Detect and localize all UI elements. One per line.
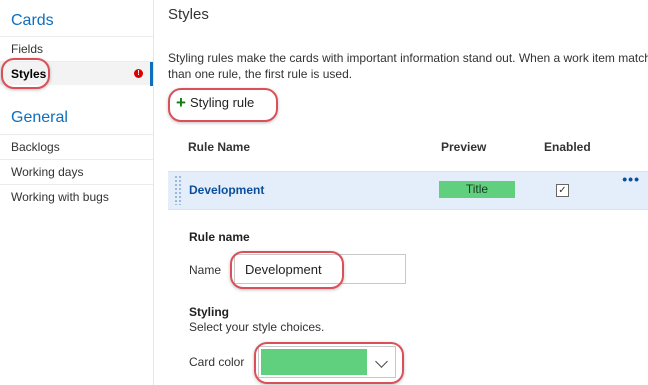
sidebar-item-styles[interactable]: Styles !	[0, 61, 153, 86]
sidebar-section-cards: Cards	[11, 12, 54, 29]
description-line: than one rule, the first rule is used.	[168, 67, 353, 81]
enabled-checkbox[interactable]: ✓	[556, 184, 569, 197]
settings-sidebar: Cards Fields Styles ! General Backlogs W…	[0, 0, 154, 385]
sidebar-item-label: Styles	[11, 67, 47, 81]
chevron-down-icon	[375, 355, 388, 368]
styling-subtext: Select your style choices.	[189, 320, 325, 334]
rule-name-cell[interactable]: Development	[189, 183, 264, 197]
plus-icon: +	[176, 93, 186, 112]
color-swatch	[261, 349, 367, 375]
sidebar-item-backlogs[interactable]: Backlogs	[0, 134, 153, 158]
column-header-enabled: Enabled	[544, 140, 591, 154]
more-options-icon[interactable]: •••	[622, 171, 640, 187]
description-text: Styling rules make the cards with import…	[168, 50, 648, 82]
rule-name-section-title: Rule name	[189, 230, 250, 244]
sidebar-section-general: General	[11, 109, 68, 126]
card-color-label: Card color	[189, 355, 245, 369]
table-row[interactable]: Development Title ✓ •••	[168, 171, 648, 210]
column-header-rule-name: Rule Name	[188, 140, 251, 154]
card-color-dropdown[interactable]	[258, 346, 396, 378]
column-header-preview: Preview	[441, 140, 487, 154]
description-line: Styling rules make the cards with import…	[168, 51, 648, 65]
sidebar-item-working-with-bugs[interactable]: Working with bugs	[0, 184, 153, 208]
add-rule-label: Styling rule	[189, 95, 255, 110]
page-title: Styles	[168, 6, 209, 23]
error-icon: !	[134, 69, 143, 78]
rules-table-header: Rule Name Preview Enabled	[154, 140, 648, 156]
preview-chip: Title	[439, 181, 515, 198]
sidebar-item-working-days[interactable]: Working days	[0, 159, 153, 183]
main-content: Styles Styling rules make the cards with…	[154, 0, 648, 385]
rule-name-input[interactable]: Development	[234, 254, 406, 284]
styling-section-title: Styling	[189, 305, 230, 319]
add-styling-rule-button[interactable]: + Styling rule	[176, 92, 254, 114]
drag-handle-icon[interactable]	[174, 175, 182, 205]
sidebar-item-fields[interactable]: Fields	[0, 36, 153, 60]
name-field-label: Name	[189, 263, 222, 277]
selection-indicator	[150, 62, 153, 86]
